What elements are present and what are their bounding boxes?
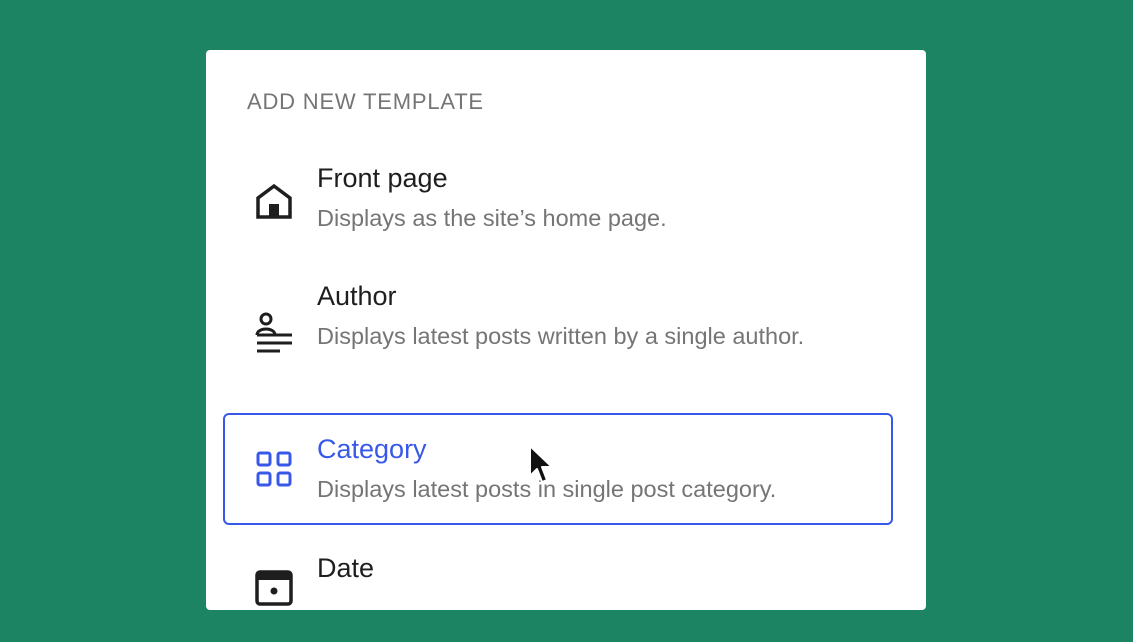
template-option-title: Front page xyxy=(317,163,448,193)
template-option-title: Category xyxy=(317,434,427,464)
add-template-panel: ADD NEW TEMPLATE Front page Displays as … xyxy=(206,50,926,610)
panel-heading: ADD NEW TEMPLATE xyxy=(247,89,484,114)
template-option-title: Date xyxy=(317,553,375,583)
home-icon xyxy=(252,178,296,222)
template-option-category[interactable]: Category Displays latest posts in single… xyxy=(223,413,893,525)
template-option-author[interactable]: Author Displays latest posts written by … xyxy=(223,270,893,418)
template-option-description: Displays as the site’s home page. xyxy=(317,205,667,231)
template-option-description: Displays latest posts in single post cat… xyxy=(317,476,777,502)
template-option-front-page[interactable]: Front page Displays as the site’s home p… xyxy=(223,152,893,258)
template-option-date[interactable]: Date xyxy=(223,536,893,642)
calendar-icon xyxy=(252,564,296,608)
template-option-description: Displays latest posts written by a singl… xyxy=(317,323,805,349)
template-option-title: Author xyxy=(317,281,397,311)
author-icon xyxy=(252,310,296,354)
category-grid-icon xyxy=(252,447,296,491)
